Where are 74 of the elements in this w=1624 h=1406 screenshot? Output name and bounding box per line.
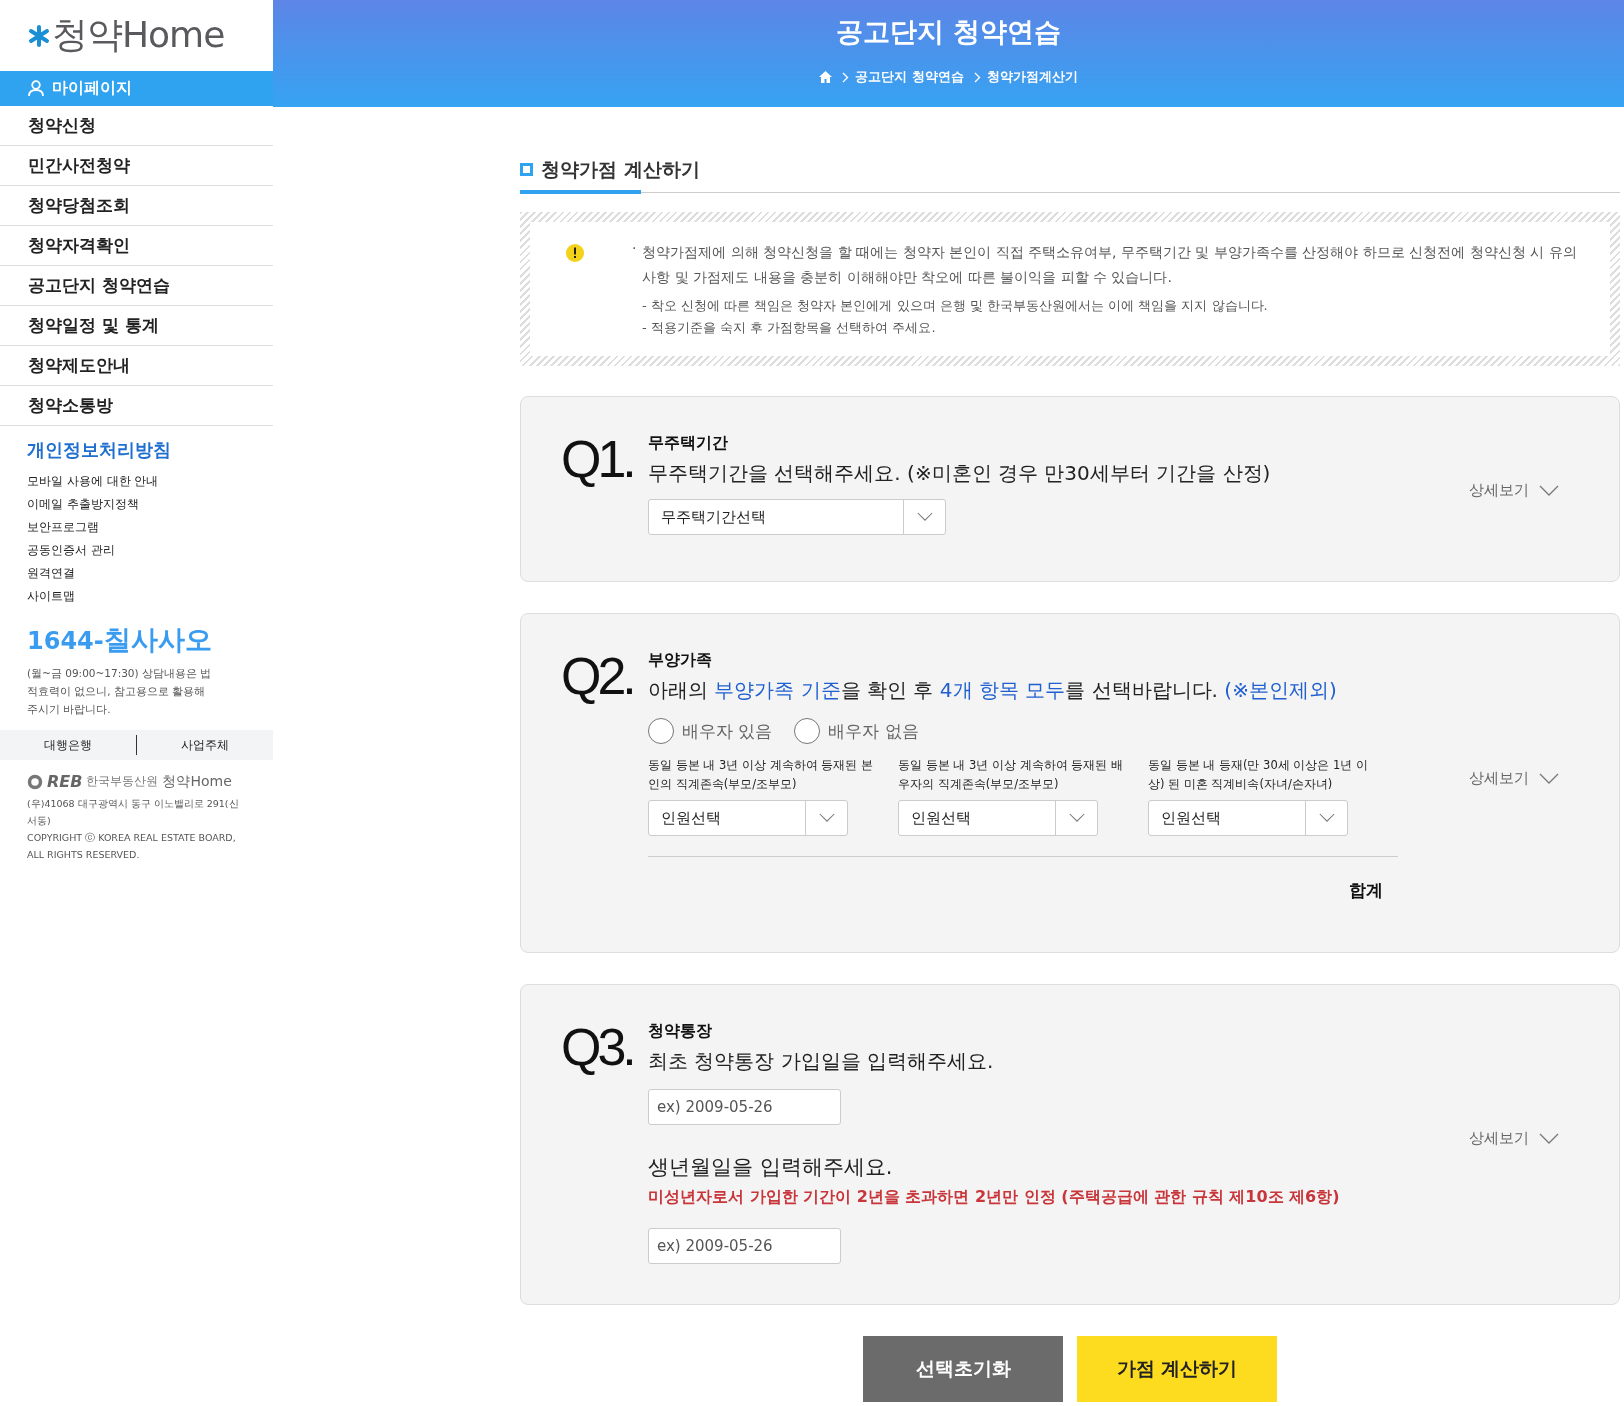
hours-text: (월~금 09:00~17:30) 상담내용은 법적효력이 없으니, 참고용으로 활용해 주시기 바랍니다. xyxy=(27,666,213,717)
footer-link[interactable]: 원격연결 xyxy=(27,562,273,585)
person-icon xyxy=(28,80,44,97)
square-bullet-icon xyxy=(520,163,533,176)
footer-link[interactable]: 보안프로그램 xyxy=(27,516,273,539)
chevron-right-icon xyxy=(973,71,981,83)
menu-item[interactable]: 청약제도안내 xyxy=(0,346,273,386)
menu-item[interactable]: 청약소통방 xyxy=(0,386,273,426)
chevron-down-icon xyxy=(818,813,835,823)
question-instruction: 최초 청약통장 가입일을 입력해주세요. xyxy=(648,1048,995,1075)
warning-note: 미성년자로서 가입한 기간이 2년을 초과하면 2년만 인정 (주택공급에 관한 규칙 제10조 제6항) xyxy=(648,1187,1341,1208)
warning-icon xyxy=(566,244,584,262)
notice-note: - 적용기준을 숙지 후 가점항목을 선택하여 주세요. xyxy=(642,319,937,337)
question-title: 무주택기간 xyxy=(648,433,729,454)
question-number: Q3. xyxy=(561,1021,634,1078)
field-label: 동일 등본 내 등재(만 30세 이상은 1년 이상) 된 미혼 직계비속(자녀/손자녀) xyxy=(1148,757,1370,793)
question-title: 청약통장 xyxy=(648,1021,713,1042)
footer-link[interactable]: 사이트맵 xyxy=(27,585,273,608)
menu-item[interactable]: 청약신청 xyxy=(0,106,273,146)
chevron-down-icon xyxy=(1539,772,1559,785)
radio-option[interactable]: 배우자 있음 xyxy=(648,718,773,744)
home-icon[interactable] xyxy=(819,71,833,83)
menu-item[interactable]: 청약당첨조회 xyxy=(0,186,273,226)
total-label: 합계 xyxy=(1348,879,1383,902)
menu-item[interactable]: 공고단지 청약연습 xyxy=(0,266,273,306)
notice-note: - 착오 신청에 따른 책임은 청약자 본인에게 있으며 은행 및 한국부동산원에서는 이에 책임을 지지 않습니다. xyxy=(642,297,1269,315)
detail-toggle[interactable]: 상세보기 xyxy=(1469,769,1559,788)
reset-button[interactable]: 선택초기화 xyxy=(863,1336,1063,1402)
chevron-down-icon xyxy=(1318,813,1335,823)
site-name: 청약Home xyxy=(162,772,232,791)
menu-item[interactable]: 청약자격확인 xyxy=(0,226,273,266)
field-label: 동일 등본 내 3년 이상 계속하여 등재된 배우자의 직계존속(부모/조부모) xyxy=(898,757,1124,793)
dropdown-select[interactable]: 인원선택 xyxy=(1148,800,1348,836)
input-field[interactable]: ex) 2009-05-26 xyxy=(648,1228,841,1264)
notice-text: 청약가점제에 의해 청약신청을 할 때에는 청약자 본인이 직접 주택소유여부, 무주택기간 및 부양가족수를 산정해야 하므로 신청전에 청약신청 시 유의사항 및 가점제도 내용을 충분히 이해해야만 착오에 따른 불이익을 피할 수 있습니다. xyxy=(642,243,1578,287)
dropdown-select[interactable]: 무주택기간선택 xyxy=(648,499,946,535)
ring-icon xyxy=(27,773,43,790)
dropdown-select[interactable]: 인원선택 xyxy=(898,800,1098,836)
question-instruction: 생년월일을 입력해주세요. xyxy=(648,1154,894,1181)
detail-toggle[interactable]: 상세보기 xyxy=(1469,481,1559,500)
footer-tab[interactable]: 대행은행 xyxy=(0,736,136,754)
page-title: 공고단지 청약연습 xyxy=(835,15,1062,49)
chevron-down-icon xyxy=(1068,813,1085,823)
footer-link[interactable]: 모바일 사용에 대한 안내 xyxy=(27,470,273,493)
footer-tab[interactable]: 사업주체 xyxy=(137,736,273,754)
radio-option[interactable]: 배우자 없음 xyxy=(794,718,919,744)
chevron-right-icon xyxy=(842,71,850,83)
brand-logo: REB xyxy=(47,772,83,791)
question-instruction: 무주택기간을 선택해주세요. (※미혼인 경우 만30세부터 기간을 산정) xyxy=(648,460,1272,487)
question-title: 부양가족 xyxy=(648,650,713,671)
footer-link[interactable]: 공동인증서 관리 xyxy=(27,539,273,562)
phone-number: 1644-칠사사오 xyxy=(27,623,213,657)
logo-star-icon xyxy=(28,24,50,47)
address-text: (우)41068 대구광역시 동구 이노밸리로 291(신서동) xyxy=(27,797,240,828)
chevron-down-icon xyxy=(916,512,933,522)
question-number: Q2. xyxy=(561,650,634,707)
calculate-button[interactable]: 가점 계산하기 xyxy=(1077,1336,1277,1402)
field-label: 동일 등본 내 3년 이상 계속하여 등재된 본인의 직계존속(부모/조부모) xyxy=(648,757,874,793)
question-number: Q1. xyxy=(561,433,634,490)
section-title: 청약가점 계산하기 xyxy=(541,157,700,182)
detail-toggle[interactable]: 상세보기 xyxy=(1469,1129,1559,1148)
footer-link[interactable]: 이메일 추출방지정책 xyxy=(27,493,273,516)
question-instruction: 아래의 부양가족 기준을 확인 후 4개 항목 모두를 선택바랍니다. (※본인제외) xyxy=(648,677,1338,704)
menu-item[interactable]: 청약일정 및 통계 xyxy=(0,306,273,346)
dropdown-select[interactable]: 인원선택 xyxy=(648,800,848,836)
copyright-text: COPYRIGHT ⓒ KOREA REAL ESTATE BOARD, ALL RIGHTS RESERVED. xyxy=(27,831,237,862)
org-name: 한국부동산원 xyxy=(86,773,159,790)
chevron-down-icon xyxy=(1539,1132,1559,1145)
site-logo[interactable]: 청약Home xyxy=(52,11,225,60)
input-field[interactable]: ex) 2009-05-26 xyxy=(648,1089,841,1125)
privacy-policy-link[interactable]: 개인정보처리방침 xyxy=(27,438,273,462)
chevron-down-icon xyxy=(1539,484,1559,497)
menu-item[interactable]: 민간사전청약 xyxy=(0,146,273,186)
bullet-mark: · xyxy=(632,240,637,258)
